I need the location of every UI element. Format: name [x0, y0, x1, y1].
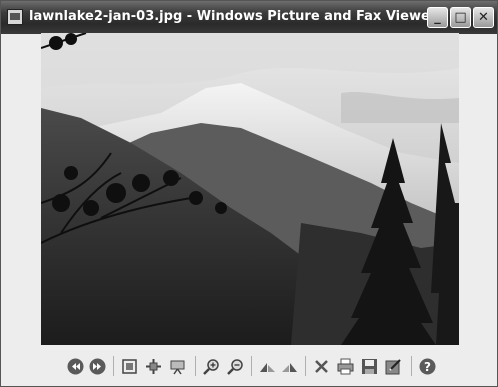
maximize-button[interactable]: □ — [450, 7, 471, 28]
actual-size-icon[interactable] — [145, 358, 162, 375]
best-fit-icon[interactable] — [121, 358, 138, 375]
toolbar-separator — [195, 356, 196, 376]
zoom-in-icon[interactable] — [203, 358, 220, 375]
edit-image-icon[interactable] — [385, 358, 402, 375]
toolbar-separator — [251, 356, 252, 376]
toolbar-separator — [113, 356, 114, 376]
rotate-counterclockwise-icon[interactable] — [281, 358, 298, 375]
help-icon[interactable]: ? — [419, 358, 436, 375]
zoom-out-icon[interactable] — [227, 358, 244, 375]
mountain-photo — [41, 33, 459, 345]
delete-icon[interactable] — [313, 358, 330, 375]
svg-text:?: ? — [424, 360, 431, 374]
next-image-icon[interactable] — [89, 358, 106, 375]
viewer-toolbar: ? — [5, 348, 495, 384]
previous-image-icon[interactable] — [67, 358, 84, 375]
rotate-clockwise-icon[interactable] — [259, 358, 276, 375]
app-icon[interactable] — [7, 9, 23, 25]
window-title: lawnlake2-jan-03.jpg - Windows Picture a… — [29, 9, 437, 24]
toolbar-separator — [305, 356, 306, 376]
save-icon[interactable] — [361, 358, 378, 375]
print-icon[interactable] — [337, 358, 354, 375]
minimize-button[interactable]: _ — [427, 7, 448, 28]
slideshow-icon[interactable] — [169, 358, 186, 375]
picture-viewer-window: lawnlake2-jan-03.jpg - Windows Picture a… — [0, 0, 498, 387]
title-bar[interactable]: lawnlake2-jan-03.jpg - Windows Picture a… — [1, 1, 497, 34]
toolbar-separator — [411, 356, 412, 376]
image-viewport — [5, 33, 495, 348]
close-button[interactable]: ✕ — [473, 7, 494, 28]
